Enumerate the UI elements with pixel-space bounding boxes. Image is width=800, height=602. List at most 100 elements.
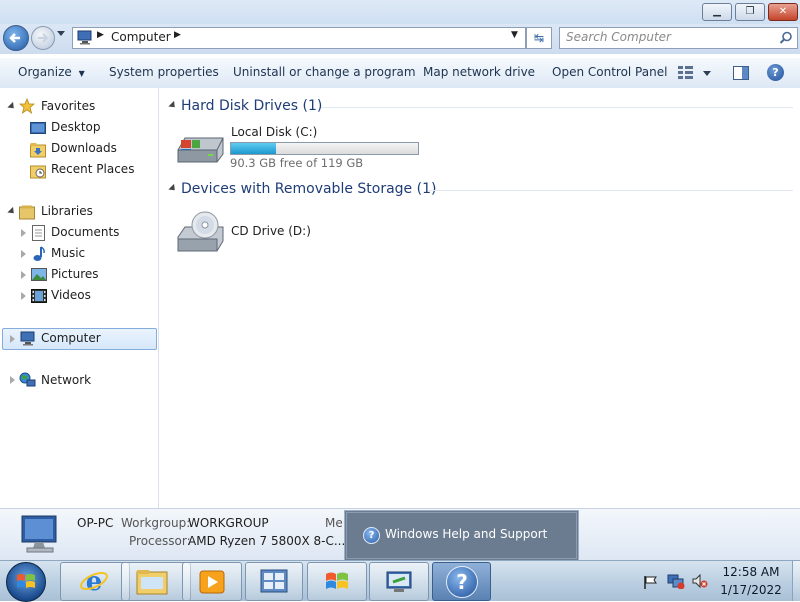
- processor-label: Processor:: [129, 534, 191, 548]
- local-disk-free-space: 90.3 GB free of 119 GB: [230, 156, 364, 170]
- sidebar-item-documents[interactable]: Documents: [51, 222, 119, 243]
- clock-date[interactable]: 1/17/2022: [716, 583, 786, 597]
- sidebar-item-libraries[interactable]: Libraries: [41, 201, 93, 222]
- forward-arrow-icon: [38, 33, 49, 43]
- close-icon: ✕: [778, 6, 788, 17]
- taskbar-windows-explorer[interactable]: [121, 562, 191, 601]
- maximize-icon: ❐: [745, 6, 755, 17]
- recent-pages-dropdown[interactable]: [57, 31, 65, 36]
- network-icon: [19, 372, 36, 387]
- forward-button[interactable]: [31, 26, 55, 50]
- help-icon[interactable]: ?: [767, 64, 784, 81]
- local-disk-name: Local Disk (C:): [231, 125, 318, 139]
- taskbar-help-and-support[interactable]: ?: [432, 562, 491, 601]
- open-control-panel-button[interactable]: Open Control Panel: [552, 58, 667, 88]
- network-expand-icon[interactable]: [10, 376, 15, 384]
- computer-expand-icon[interactable]: [10, 335, 15, 343]
- address-dropdown-icon[interactable]: ▼: [511, 30, 518, 40]
- processor-value: AMD Ryzen 7 5800X 8-C...: [188, 534, 346, 548]
- breadcrumb-separator-icon[interactable]: ▶: [97, 30, 104, 40]
- help-support-taskbar-icon: ?: [446, 566, 478, 598]
- network-status-icon[interactable]: [667, 573, 685, 589]
- computer-icon: [77, 30, 92, 45]
- sidebar-item-recent-places[interactable]: Recent Places: [51, 159, 134, 180]
- music-expand-icon[interactable]: [21, 250, 26, 258]
- taskbar-remote-desktop[interactable]: [369, 562, 429, 601]
- hdd-group-collapse-icon[interactable]: [168, 100, 178, 111]
- title-bar: ▁ ❐ ✕: [0, 0, 800, 24]
- disk-usage-bar: [230, 142, 419, 155]
- map-network-drive-button[interactable]: Map network drive: [423, 58, 535, 88]
- music-note-icon: [33, 246, 45, 261]
- videos-expand-icon[interactable]: [21, 292, 26, 300]
- cd-drive-icon: [177, 211, 224, 252]
- volume-muted-icon[interactable]: [692, 574, 708, 589]
- minimize-button[interactable]: ▁: [702, 3, 732, 21]
- windows-logo-icon: [17, 574, 35, 588]
- computer-large-icon: [21, 515, 57, 553]
- action-center-flag-icon[interactable]: [643, 575, 657, 589]
- maximize-button[interactable]: ❐: [735, 3, 765, 21]
- sidebar-item-music[interactable]: Music: [51, 243, 85, 264]
- breadcrumb-chevron-icon[interactable]: ▶: [174, 30, 181, 40]
- taskbar-preview-popup[interactable]: ? Windows Help and Support: [344, 510, 579, 561]
- taskbar-windows-update[interactable]: [307, 562, 367, 601]
- sidebar-item-desktop[interactable]: Desktop: [51, 117, 101, 138]
- documents-icon: [32, 225, 45, 241]
- computer-icon: [20, 331, 35, 346]
- system-properties-button[interactable]: System properties: [109, 58, 219, 88]
- uninstall-program-button[interactable]: Uninstall or change a program: [233, 58, 416, 88]
- content-pane: Hard Disk Drives (1) Local Disk (C:) 90.…: [159, 88, 800, 508]
- local-disk-item[interactable]: Local Disk (C:) 90.3 GB free of 119 GB: [175, 122, 430, 172]
- sidebar-item-computer[interactable]: Computer: [2, 328, 157, 350]
- back-button[interactable]: [3, 25, 29, 51]
- popup-frame: ? Windows Help and Support: [346, 512, 577, 559]
- sidebar-item-videos[interactable]: Videos: [51, 285, 91, 306]
- pictures-icon: [31, 268, 47, 281]
- show-desktop-button[interactable]: [792, 561, 800, 601]
- preview-pane-icon[interactable]: [733, 66, 749, 80]
- search-icon[interactable]: [779, 31, 793, 45]
- libraries-expand-icon[interactable]: [7, 206, 17, 217]
- pictures-expand-icon[interactable]: [21, 271, 26, 279]
- change-view-button[interactable]: [678, 65, 714, 84]
- documents-expand-icon[interactable]: [21, 229, 26, 237]
- sidebar-item-pictures[interactable]: Pictures: [51, 264, 99, 285]
- taskbar: e ? 12:58 AM 1/17/2022: [0, 560, 800, 602]
- svg-text:e: e: [86, 567, 103, 595]
- search-input[interactable]: Search Computer: [566, 30, 671, 44]
- workgroup-label: Workgroup:: [121, 516, 191, 530]
- hard-drive-icon: [177, 137, 224, 163]
- popup-label: Windows Help and Support: [385, 527, 548, 541]
- taskbar-media-player[interactable]: [182, 562, 242, 601]
- navigation-bar: ▶ Computer ▶ ▼ ↹ Search Computer: [0, 24, 800, 54]
- refresh-button[interactable]: ↹: [526, 27, 552, 49]
- removable-group-collapse-icon[interactable]: [168, 183, 178, 194]
- desktop-icon: [30, 122, 46, 134]
- taskbar-internet-explorer[interactable]: e: [60, 562, 130, 601]
- cd-drive-name: CD Drive (D:): [231, 224, 311, 238]
- back-arrow-icon: [9, 33, 20, 43]
- taskbar-control-panel[interactable]: [245, 562, 303, 601]
- organize-label: Organize: [18, 65, 72, 79]
- removable-group-header[interactable]: Devices with Removable Storage (1): [181, 181, 436, 197]
- cd-drive-item[interactable]: CD Drive (D:): [175, 206, 375, 256]
- folder-icon: [136, 570, 168, 595]
- windows-flag-icon: [326, 572, 348, 589]
- refresh-icon: ↹: [533, 31, 545, 45]
- address-bar[interactable]: ▶ Computer ▶ ▼: [72, 27, 526, 49]
- sidebar-item-downloads[interactable]: Downloads: [51, 138, 117, 159]
- start-button[interactable]: [6, 562, 46, 602]
- clock-time[interactable]: 12:58 AM: [716, 565, 786, 579]
- search-box[interactable]: Search Computer: [559, 27, 798, 49]
- videos-icon: [31, 289, 47, 303]
- hdd-group-header[interactable]: Hard Disk Drives (1): [181, 98, 322, 114]
- internet-explorer-icon: e: [80, 567, 108, 595]
- recent-places-icon: [30, 165, 46, 179]
- organize-button[interactable]: Organize ▼: [18, 58, 85, 88]
- close-button[interactable]: ✕: [768, 3, 798, 21]
- sidebar-item-favorites[interactable]: Favorites: [41, 96, 95, 117]
- sidebar-item-network[interactable]: Network: [41, 370, 91, 391]
- favorites-expand-icon[interactable]: [7, 101, 17, 112]
- breadcrumb-computer[interactable]: Computer: [111, 30, 171, 44]
